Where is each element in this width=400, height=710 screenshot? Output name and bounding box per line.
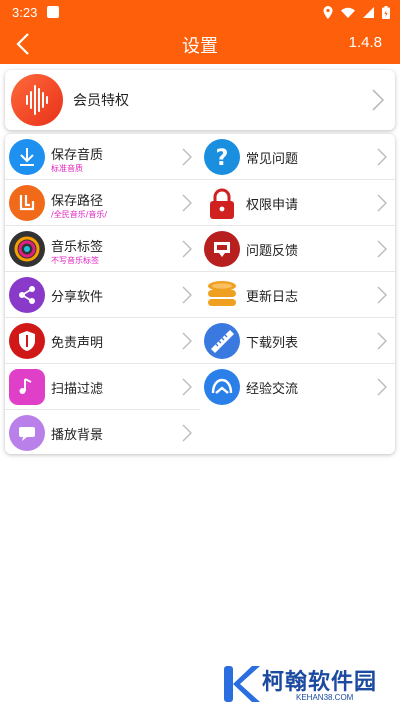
- ruler-list-icon: [204, 323, 240, 359]
- chevron-right-icon: [182, 424, 192, 442]
- chevron-right-icon: [377, 378, 387, 396]
- setting-label: 保存路径: [51, 194, 104, 209]
- setting-label: 更新日志: [246, 290, 299, 305]
- app-bar: 设置 1.4.8: [0, 24, 400, 64]
- setting-label: 下载列表: [246, 336, 299, 351]
- watermark-name: 柯翰软件园: [262, 670, 378, 695]
- chevron-right-icon: [182, 194, 192, 212]
- feedback-icon: [204, 231, 240, 267]
- vip-privilege-row[interactable]: 会员特权: [5, 70, 395, 130]
- setting-community[interactable]: 经验交流: [200, 364, 395, 410]
- setting-faq[interactable]: ? 常见问题: [200, 134, 395, 180]
- chevron-right-icon: [182, 148, 192, 166]
- chevron-right-icon: [377, 148, 387, 166]
- share-icon: [9, 277, 45, 313]
- status-bar: 3:23: [0, 0, 400, 24]
- wifi-icon: [341, 7, 355, 18]
- chevron-right-icon: [182, 332, 192, 350]
- chevron-right-icon: [182, 286, 192, 304]
- setting-value: /全民音乐/音乐/: [51, 210, 108, 219]
- setting-label: 权限申请: [246, 198, 299, 213]
- scan-music-icon: [9, 369, 45, 405]
- chevron-right-icon: [377, 286, 387, 304]
- battery-icon: [382, 5, 390, 19]
- database-icon: [204, 277, 240, 313]
- settings-grid: 保存音质 标准音质 保存路径 /全民音乐/音乐/ 音乐标签 不写音乐标签 分享软…: [5, 134, 395, 454]
- audio-wave-icon: [11, 74, 63, 126]
- setting-value: 标准音质: [51, 164, 83, 173]
- setting-music-tag[interactable]: 音乐标签 不写音乐标签: [5, 226, 200, 272]
- chevron-right-icon: [372, 89, 385, 111]
- setting-download-list[interactable]: 下载列表: [200, 318, 395, 364]
- community-icon: [204, 369, 240, 405]
- setting-label: 保存音质: [51, 148, 104, 163]
- setting-share-app[interactable]: 分享软件: [5, 272, 200, 318]
- page-title: 设置: [182, 36, 218, 57]
- notification-icon: [47, 6, 60, 18]
- location-icon: [323, 5, 333, 19]
- setting-play-background[interactable]: 播放背景: [5, 410, 200, 456]
- status-time: 3:23: [12, 4, 38, 20]
- watermark-logo-icon: [224, 666, 260, 702]
- setting-scan-filter[interactable]: 扫描过滤: [5, 364, 200, 410]
- chevron-right-icon: [377, 332, 387, 350]
- chat-bubble-icon: [9, 415, 45, 451]
- setting-label: 扫描过滤: [51, 382, 104, 397]
- watermark-url: KEHAN38.COM: [296, 693, 354, 702]
- chevron-right-icon: [182, 240, 192, 258]
- chevron-right-icon: [377, 194, 387, 212]
- svg-text:?: ?: [216, 146, 229, 171]
- download-icon: [9, 139, 45, 175]
- chevron-right-icon: [182, 378, 192, 396]
- setting-label: 常见问题: [246, 152, 299, 167]
- question-icon: ?: [204, 139, 240, 175]
- setting-save-path[interactable]: 保存路径 /全民音乐/音乐/: [5, 180, 200, 226]
- setting-label: 播放背景: [51, 428, 104, 443]
- shield-icon: [9, 323, 45, 359]
- setting-save-quality[interactable]: 保存音质 标准音质: [5, 134, 200, 180]
- signal-icon: [363, 6, 374, 18]
- setting-label: 问题反馈: [246, 244, 299, 259]
- setting-permissions[interactable]: 权限申请: [200, 180, 395, 226]
- setting-label: 音乐标签: [51, 240, 104, 255]
- music-tag-icon: [9, 231, 45, 267]
- setting-disclaimer[interactable]: 免责声明: [5, 318, 200, 364]
- vip-label: 会员特权: [73, 93, 129, 109]
- lock-icon: [204, 185, 240, 221]
- setting-changelog[interactable]: 更新日志: [200, 272, 395, 318]
- setting-value: 不写音乐标签: [51, 256, 99, 265]
- setting-label: 免责声明: [51, 336, 104, 351]
- setting-feedback[interactable]: 问题反馈: [200, 226, 395, 272]
- version-label: 1.4.8: [348, 34, 382, 51]
- setting-label: 经验交流: [246, 382, 299, 397]
- watermark: 柯翰软件园 KEHAN38.COM: [222, 662, 392, 706]
- setting-label: 分享软件: [51, 290, 104, 305]
- chevron-right-icon: [377, 240, 387, 258]
- folder-path-icon: [9, 185, 45, 221]
